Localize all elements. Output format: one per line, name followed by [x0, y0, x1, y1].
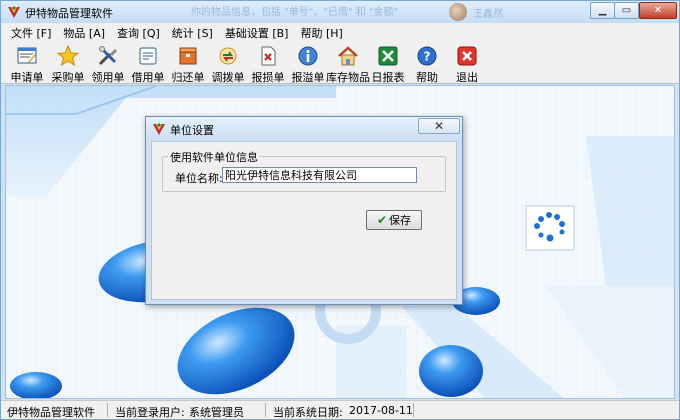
- status-divider: [107, 403, 108, 417]
- status-bar: 伊特物品管理软件 当前登录用户: 系统管理员 当前系统日期: 2017-08-1…: [1, 400, 679, 419]
- toolbar-label: 库存物品: [326, 71, 370, 84]
- info-icon: [297, 45, 319, 67]
- dialog-title: 单位设置: [170, 124, 214, 137]
- help-icon: ?: [416, 45, 438, 67]
- toolbar-label: 日报表: [371, 71, 405, 84]
- toolbar-label: 采购单: [51, 71, 85, 84]
- menu-statistics[interactable]: 统计 [S]: [166, 25, 219, 41]
- toolbar-label: 报溢单: [291, 71, 325, 84]
- status-app-name: 伊特物品管理软件: [7, 406, 95, 419]
- toolbar-inventory-button[interactable]: 库存物品: [326, 43, 370, 84]
- status-date-value: 2017-08-11: [349, 404, 413, 417]
- exit-icon: [456, 45, 478, 67]
- toolbar-label: 退出: [456, 71, 478, 84]
- toolbar-application-button[interactable]: 申请单: [7, 43, 47, 84]
- menu-bar: 文件 [F] 物品 [A] 查询 [Q] 统计 [S] 基础设置 [B] 帮助 …: [1, 23, 679, 42]
- close-icon: ✕: [653, 5, 663, 16]
- status-user-label: 当前登录用户:: [115, 406, 185, 419]
- unit-settings-dialog: 单位设置 ✕ 使用软件单位信息 单位名称: ✔ 保存: [145, 116, 463, 305]
- dialog-close-button[interactable]: ✕: [418, 118, 460, 134]
- dialog-title-bar[interactable]: 单位设置 ✕: [146, 117, 462, 139]
- svg-text:?: ?: [424, 50, 431, 64]
- toolbar-label: 借用单: [131, 71, 165, 84]
- damage-report-icon: [257, 45, 279, 67]
- toolbar-help-button[interactable]: ? 帮助: [410, 43, 444, 84]
- main-window: 伊特物品管理软件 你的物品信息，包括 "单号"、"已借" 和 "金额" 王鑫然 …: [0, 0, 680, 420]
- title-bar[interactable]: 伊特物品管理软件 你的物品信息，包括 "单号"、"已借" 和 "金额" 王鑫然 …: [1, 1, 679, 23]
- toolbar-label: 报损单: [251, 71, 285, 84]
- checkmark-icon: ✔: [376, 213, 388, 227]
- toolbar-label: 帮助: [416, 71, 438, 84]
- toolbar-damage-button[interactable]: 报损单: [250, 43, 286, 84]
- toolbar-transfer-button[interactable]: 调拨单: [210, 43, 246, 84]
- maximize-button[interactable]: ▭: [614, 2, 639, 19]
- star-icon: [57, 45, 79, 67]
- close-button[interactable]: ✕: [639, 2, 677, 19]
- toolbar-label: 申请单: [10, 71, 44, 84]
- toolbar-requisition-button[interactable]: 领用单: [90, 43, 126, 84]
- unit-name-input[interactable]: [222, 167, 417, 183]
- menu-file[interactable]: 文件 [F]: [5, 25, 57, 41]
- minimize-icon: ▁: [598, 5, 607, 16]
- status-user-value: 系统管理员: [189, 406, 244, 419]
- toolbar-label: 领用单: [91, 71, 125, 84]
- minimize-button[interactable]: ▁: [590, 2, 615, 19]
- transfer-arrows-icon: [217, 45, 239, 67]
- house-icon: [337, 45, 359, 67]
- status-divider: [413, 403, 414, 417]
- status-divider: [265, 403, 266, 417]
- group-legend: 使用软件单位信息: [168, 149, 260, 165]
- close-icon: ✕: [433, 119, 445, 133]
- return-box-icon: [177, 45, 199, 67]
- save-button[interactable]: ✔ 保存: [366, 210, 422, 230]
- toolbar-label: 调拨单: [211, 71, 245, 84]
- window-title: 伊特物品管理软件: [25, 7, 113, 20]
- toolbar-overflow-button[interactable]: 报溢单: [290, 43, 326, 84]
- excel-icon: [377, 45, 399, 67]
- toolbar-exit-button[interactable]: 退出: [450, 43, 484, 84]
- background-user-name: 王鑫然: [473, 9, 503, 20]
- menu-items[interactable]: 物品 [A]: [57, 25, 111, 41]
- app-logo-icon: [153, 123, 165, 135]
- avatar: [449, 3, 467, 21]
- tools-icon: [97, 45, 119, 67]
- dialog-body: 使用软件单位信息 单位名称: ✔ 保存: [151, 141, 457, 300]
- menu-help[interactable]: 帮助 [H]: [294, 25, 348, 41]
- menu-query[interactable]: 查询 [Q]: [111, 25, 166, 41]
- save-button-label: 保存: [389, 214, 412, 227]
- toolbar-purchase-button[interactable]: 采购单: [50, 43, 86, 84]
- application-form-icon: [16, 45, 38, 67]
- toolbar: 申请单 采购单 领用单 借用单 归还单 调拨单 报损单 报溢单 库存物品 日报表…: [1, 42, 679, 84]
- unit-name-label: 单位名称:: [175, 172, 223, 185]
- menu-basic-settings[interactable]: 基础设置 [B]: [219, 25, 295, 41]
- toolbar-return-button[interactable]: 归还单: [170, 43, 206, 84]
- background-window-title: 你的物品信息，包括 "单号"、"已借" 和 "金额": [191, 7, 399, 18]
- toolbar-daily-report-button[interactable]: 日报表: [370, 43, 406, 84]
- maximize-icon: ▭: [621, 5, 632, 16]
- toolbar-borrow-button[interactable]: 借用单: [130, 43, 166, 84]
- borrow-card-icon: [137, 45, 159, 67]
- status-date-label: 当前系统日期:: [273, 406, 343, 419]
- app-logo-icon: [8, 6, 20, 18]
- toolbar-label: 归还单: [171, 71, 205, 84]
